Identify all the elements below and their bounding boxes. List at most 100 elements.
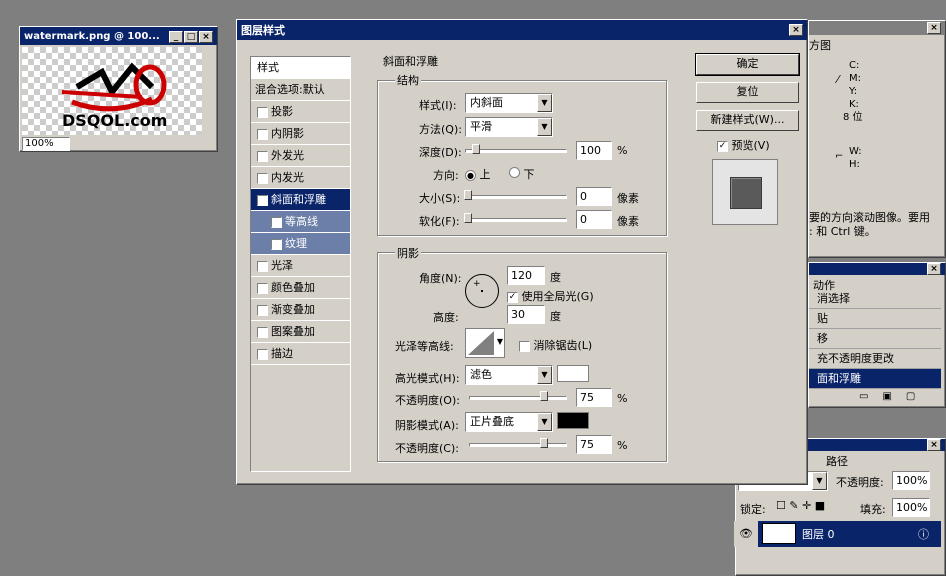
history-item[interactable]: 充不透明度更改 [809, 349, 941, 369]
layer-opacity-field[interactable]: 100% [892, 471, 930, 490]
maximize-icon[interactable]: □ [184, 31, 198, 43]
chevron-down-icon: ▼ [537, 413, 552, 431]
checkbox-icon[interactable] [271, 216, 282, 228]
shadow-color-swatch[interactable] [557, 412, 589, 429]
depth-label: 深度(D): [419, 146, 462, 159]
eye-icon[interactable]: 👁 [734, 521, 758, 547]
style-item[interactable]: ✓ 斜面和浮雕 [251, 189, 350, 211]
checkbox-icon[interactable] [257, 260, 268, 272]
size-slider-thumb[interactable] [464, 190, 472, 200]
antialias-checkbox[interactable]: 消除锯齿(L) [519, 337, 592, 353]
canvas-area[interactable]: DSQOL.com [22, 47, 202, 135]
soften-slider-thumb[interactable] [464, 213, 472, 223]
altitude-unit: 度 [550, 310, 561, 323]
global-light-checkbox[interactable]: ✓ 使用全局光(G) [507, 288, 594, 304]
direction-down-radio[interactable]: 下 [509, 166, 535, 182]
depth-slider[interactable] [465, 144, 567, 154]
highlight-opacity-slider[interactable] [469, 391, 567, 401]
style-item[interactable]: 渐变叠加 [251, 299, 350, 321]
close-icon[interactable]: × [199, 31, 213, 43]
styles-header[interactable]: 样式 [251, 57, 350, 79]
info-label-m: M: [849, 73, 861, 84]
info-tab[interactable]: 方图 [809, 37, 831, 53]
style-item-label: 投影 [271, 105, 293, 118]
checkbox-icon[interactable] [257, 172, 268, 184]
lock-icons[interactable]: ☐ ✎ ✛ ■ [776, 499, 825, 512]
style-item-label: 内阴影 [271, 127, 304, 140]
eyedropper-icon: ⁄ [837, 73, 839, 86]
checkbox-icon[interactable] [257, 304, 268, 316]
info-panel-titlebar[interactable]: × [809, 21, 945, 35]
fill-label: 填充: [860, 503, 886, 516]
size-field[interactable]: 0 [576, 187, 612, 206]
ok-button[interactable]: 确定 [695, 53, 800, 76]
style-item[interactable]: 光泽 [251, 255, 350, 277]
history-item-selected[interactable]: 面和浮雕 [809, 369, 941, 389]
style-item[interactable]: 等高线 [251, 211, 350, 233]
angle-field[interactable]: 120 [507, 266, 545, 285]
depth-field[interactable]: 100 [576, 141, 612, 160]
layer-name[interactable]: 图层 0 [802, 526, 835, 542]
history-item[interactable]: 消选择 [809, 289, 941, 309]
gloss-contour-label: 光泽等高线: [395, 340, 454, 353]
shadow-opacity-thumb[interactable] [540, 438, 548, 448]
new-style-button[interactable]: 新建样式(W)... [696, 110, 799, 131]
checkbox-icon[interactable] [257, 282, 268, 294]
angle-dial[interactable]: + [465, 274, 499, 308]
size-unit: 像素 [617, 192, 639, 205]
altitude-field[interactable]: 30 [507, 305, 545, 324]
shadow-mode-select[interactable]: 正片叠底 ▼ [465, 412, 553, 432]
gloss-contour-picker[interactable]: ▼ [465, 328, 505, 358]
direction-down-label: 下 [523, 168, 535, 181]
soften-slider[interactable] [464, 213, 567, 223]
checkbox-icon[interactable] [257, 106, 268, 118]
history-item[interactable]: 贴 [809, 309, 941, 329]
dialog-titlebar[interactable]: 图层样式 × [237, 20, 807, 40]
minimize-icon[interactable]: _ [169, 31, 183, 43]
checkbox-icon[interactable] [271, 238, 282, 250]
dialog-title: 图层样式 [241, 24, 285, 37]
style-item-label: 光泽 [271, 259, 293, 272]
style-item[interactable]: 投影 [251, 101, 350, 123]
history-item[interactable]: 移 [809, 329, 941, 349]
close-icon[interactable]: × [927, 263, 941, 275]
style-item[interactable]: 图案叠加 [251, 321, 350, 343]
zoom-field[interactable]: 100% [22, 137, 70, 151]
checkbox-icon[interactable] [257, 348, 268, 360]
technique-label: 方法(Q): [419, 123, 462, 136]
style-item[interactable]: 纹理 [251, 233, 350, 255]
checkbox-icon[interactable] [257, 128, 268, 140]
style-item[interactable]: 内发光 [251, 167, 350, 189]
fill-field[interactable]: 100% [892, 498, 930, 517]
close-icon[interactable]: × [789, 24, 803, 36]
fx-icon[interactable]: ⓘ [918, 526, 929, 542]
close-icon[interactable]: × [927, 22, 941, 34]
depth-slider-thumb[interactable] [472, 144, 480, 154]
highlight-color-swatch[interactable] [557, 365, 589, 382]
paths-tab[interactable]: 路径 [826, 453, 848, 469]
size-slider[interactable] [464, 190, 567, 200]
document-titlebar[interactable]: watermark.png @ 100... _ □ × [20, 27, 217, 45]
checkbox-icon[interactable] [257, 326, 268, 338]
style-item[interactable]: 外发光 [251, 145, 350, 167]
history-panel-titlebar[interactable]: × [809, 263, 945, 275]
check-icon[interactable]: ✓ [257, 194, 268, 206]
reset-button[interactable]: 复位 [696, 82, 799, 103]
style-item[interactable]: 颜色叠加 [251, 277, 350, 299]
preview-checkbox[interactable]: ✓ 预览(V) [717, 137, 770, 153]
style-item[interactable]: 描边 [251, 343, 350, 365]
close-icon[interactable]: × [927, 439, 941, 451]
direction-up-radio[interactable]: ● 上 [465, 166, 491, 182]
soften-field[interactable]: 0 [576, 210, 612, 229]
style-item[interactable]: 内阴影 [251, 123, 350, 145]
checkbox-icon[interactable] [257, 150, 268, 162]
shadow-opacity-field[interactable]: 75 [576, 435, 612, 454]
blend-options-item[interactable]: 混合选项:默认 [251, 79, 350, 101]
layer-row[interactable]: 👁 图层 0 ⓘ [734, 521, 941, 547]
highlight-mode-select[interactable]: 滤色 ▼ [465, 365, 553, 385]
shadow-opacity-slider[interactable] [469, 438, 567, 448]
highlight-opacity-thumb[interactable] [540, 391, 548, 401]
style-select[interactable]: 内斜面 ▼ [465, 93, 553, 113]
highlight-opacity-field[interactable]: 75 [576, 388, 612, 407]
technique-select[interactable]: 平滑 ▼ [465, 117, 553, 137]
